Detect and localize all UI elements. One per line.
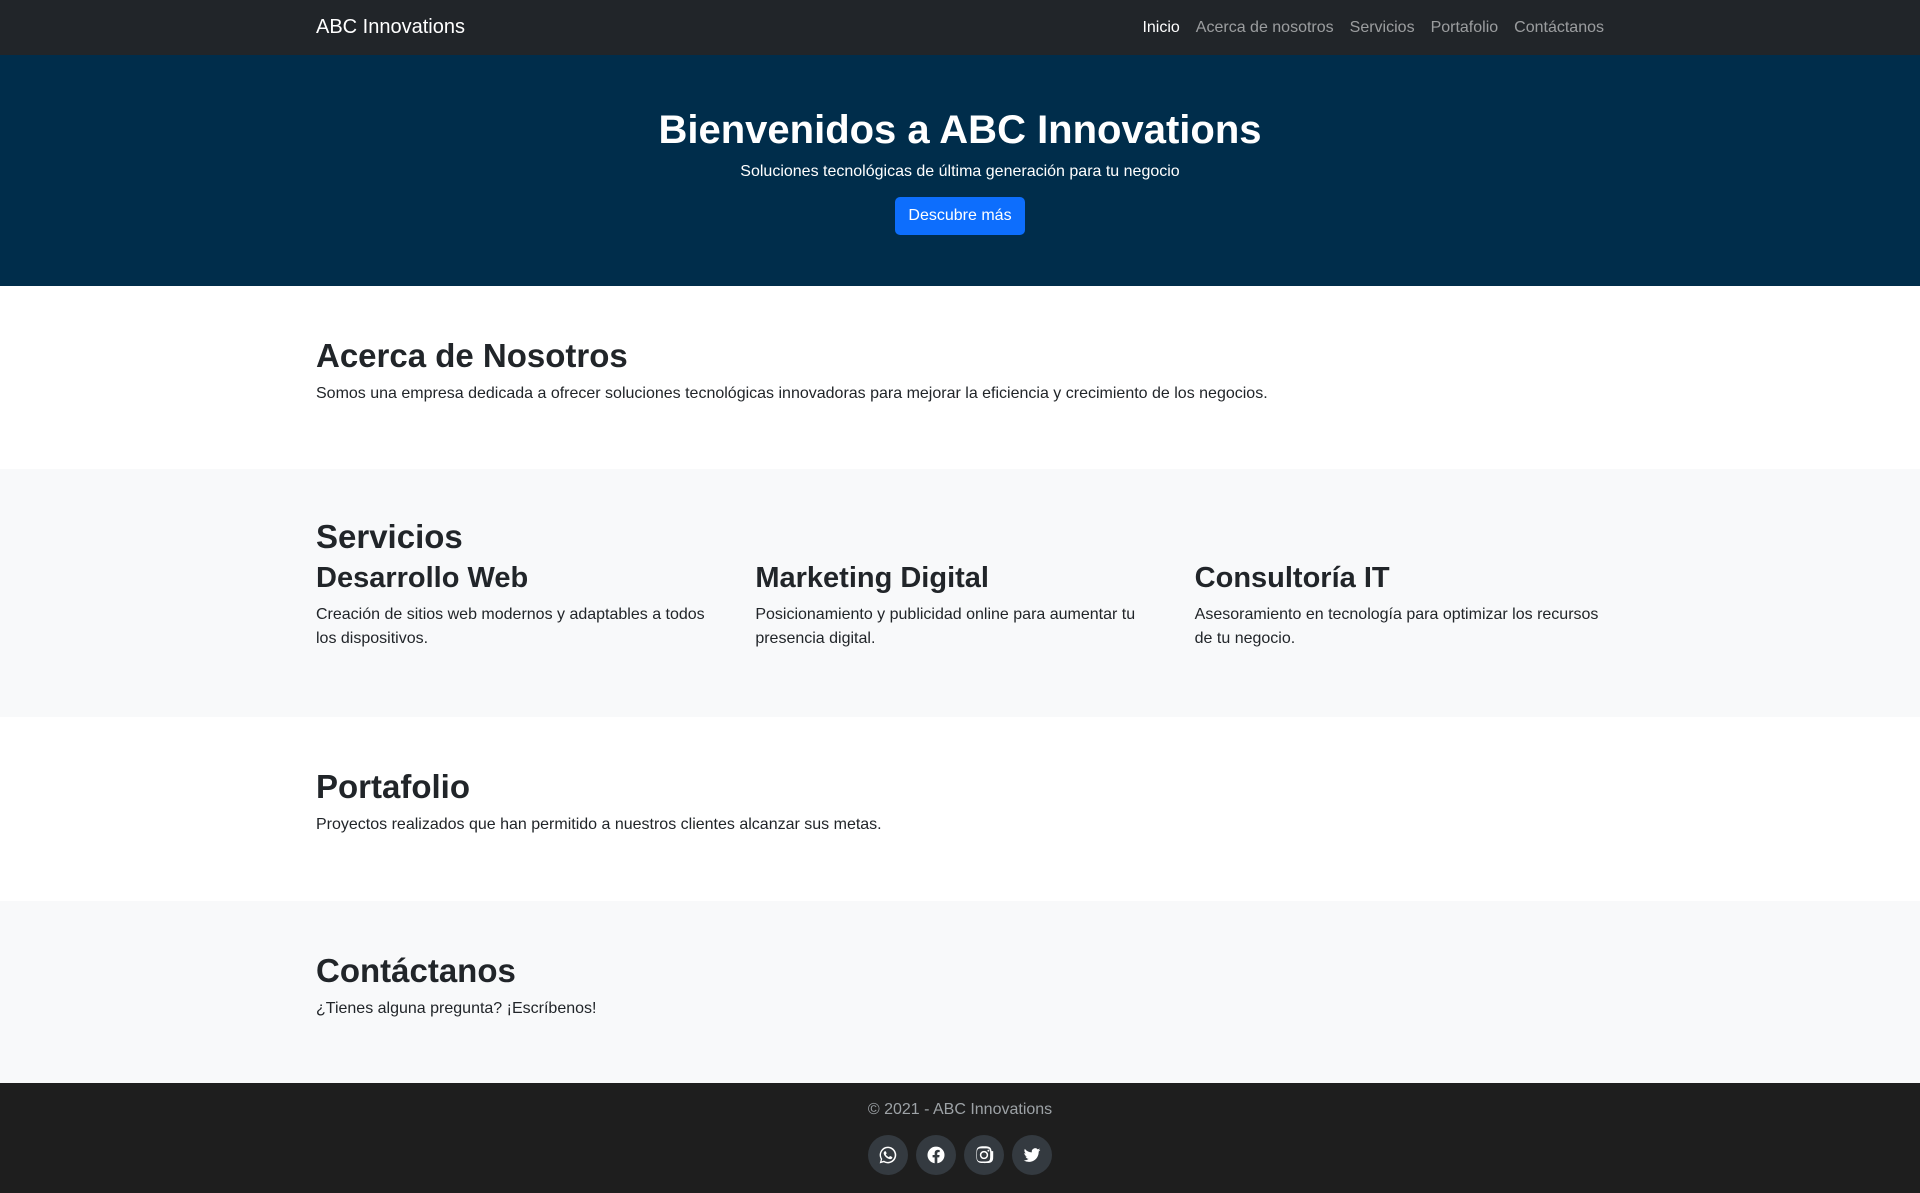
about-text: Somos una empresa dedicada a ofrecer sol…	[316, 384, 1268, 402]
copyright-text: © 2021 - ABC Innovations	[867, 1101, 1053, 1118]
hero-title: Bienvenidos a ABC Innovations	[658, 108, 1262, 152]
service-card-web: Desarrollo Web Creación de sitios web mo…	[316, 561, 725, 652]
service-text: Posicionamiento y publicidad online para…	[755, 606, 1136, 648]
contact-text: ¿Tienes alguna pregunta? ¡Escríbenos!	[316, 999, 597, 1017]
service-title: Desarrollo Web	[316, 561, 529, 594]
hero-section: Bienvenidos a ABC Innovations Soluciones…	[0, 55, 1920, 286]
instagram-icon[interactable]	[964, 1135, 1004, 1175]
social-links	[0, 1135, 1920, 1175]
about-section: Acerca de Nosotros Somos una empresa ded…	[0, 286, 1920, 469]
services-title: Servicios	[316, 518, 463, 555]
service-title: Consultoría IT	[1194, 561, 1390, 594]
nav-link-portafolio[interactable]: Portafolio	[1431, 19, 1499, 37]
contact-section: Contáctanos ¿Tienes alguna pregunta? ¡Es…	[0, 901, 1920, 1083]
nav-link-servicios[interactable]: Servicios	[1350, 19, 1415, 37]
service-title: Marketing Digital	[755, 561, 989, 594]
services-section: Servicios Desarrollo Web Creación de sit…	[0, 469, 1920, 717]
nav-link-contactanos[interactable]: Contáctanos	[1514, 19, 1604, 37]
contact-title: Contáctanos	[316, 952, 516, 989]
portfolio-title: Portafolio	[316, 768, 470, 805]
nav-link-inicio[interactable]: Inicio	[1142, 19, 1179, 37]
nav-menu: Inicio Acerca de nosotros Servicios Port…	[1142, 19, 1604, 37]
twitter-icon[interactable]	[1012, 1135, 1052, 1175]
hero-subtitle: Soluciones tecnológicas de última genera…	[740, 163, 1180, 180]
about-title: Acerca de Nosotros	[316, 337, 628, 374]
navbar: ABC Innovations Inicio Acerca de nosotro…	[0, 0, 1920, 55]
service-card-consultoria: Consultoría IT Asesoramiento en tecnolog…	[1195, 561, 1604, 652]
service-text: Creación de sitios web modernos y adapta…	[316, 606, 705, 648]
brand-link[interactable]: ABC Innovations	[316, 16, 465, 39]
facebook-icon[interactable]	[916, 1135, 956, 1175]
service-text: Asesoramiento en tecnología para optimiz…	[1194, 606, 1599, 648]
nav-link-acerca[interactable]: Acerca de nosotros	[1196, 19, 1334, 37]
services-row: Desarrollo Web Creación de sitios web mo…	[316, 561, 1604, 652]
portfolio-section: Portafolio Proyectos realizados que han …	[0, 717, 1920, 901]
descubre-mas-button[interactable]: Descubre más	[895, 197, 1025, 235]
whatsapp-icon[interactable]	[868, 1135, 908, 1175]
portfolio-text: Proyectos realizados que han permitido a…	[316, 815, 882, 833]
service-card-marketing: Marketing Digital Posicionamiento y publ…	[755, 561, 1164, 652]
footer: © 2021 - ABC Innovations	[0, 1083, 1920, 1193]
